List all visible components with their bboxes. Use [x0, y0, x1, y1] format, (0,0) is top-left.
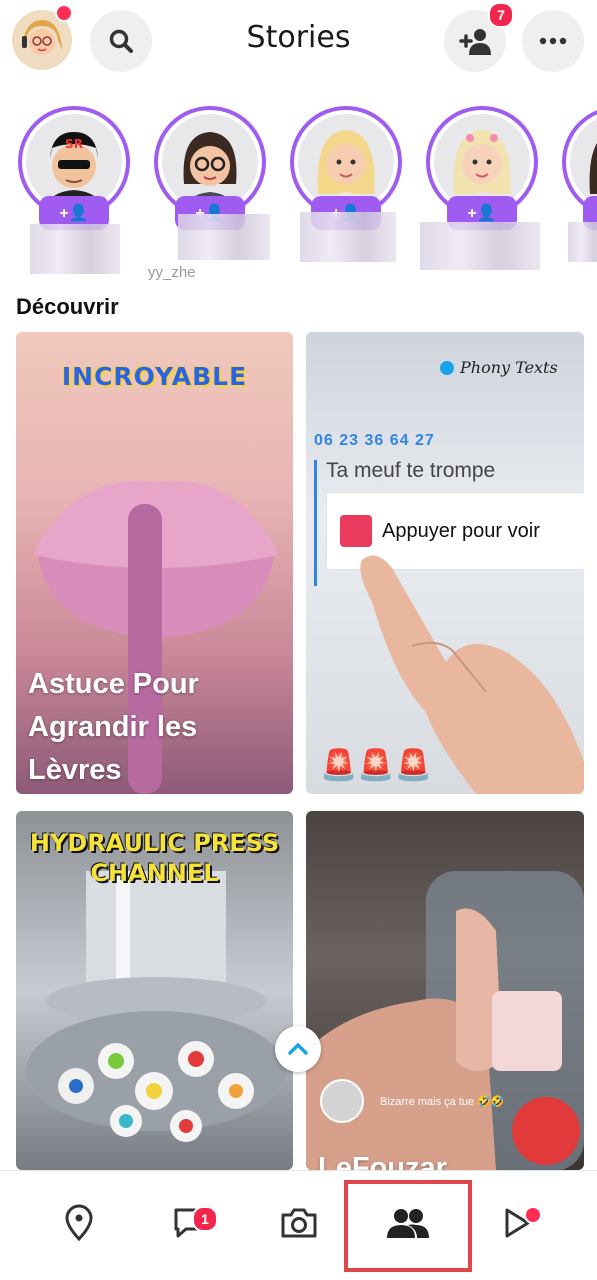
verified-icon: [440, 360, 454, 375]
spotlight-notification-dot: [524, 1206, 542, 1224]
story-item[interactable]: +👤: [420, 106, 540, 276]
scroll-up-button[interactable]: [275, 1026, 321, 1072]
stories-row: SR +👤 +👤 yy_zhe: [0, 100, 597, 280]
nav-camera[interactable]: [264, 1188, 334, 1258]
story-name-blurred: [178, 214, 270, 260]
card-message: Ta meuf te trompe: [326, 459, 496, 482]
add-friend-icon: [459, 29, 491, 55]
more-options-button[interactable]: [522, 10, 584, 72]
story-item[interactable]: +👤 yy_zhe: [148, 106, 270, 280]
discover-card[interactable]: HYDRAULIC PRESS CHANNEL: [16, 811, 293, 1170]
more-icon: [539, 37, 567, 45]
siren-emojis: 🚨🚨🚨: [320, 749, 433, 782]
card-caption: Bizarre mais ça tue 🤣🤣: [380, 1095, 505, 1108]
card-title: LeFouzar: [318, 1152, 447, 1170]
story-name-blurred: [420, 222, 540, 270]
story-name-blurred: [30, 224, 120, 274]
story-item[interactable]: [562, 106, 597, 276]
story-name-blurred: [568, 222, 597, 262]
nav-spotlight[interactable]: [482, 1188, 552, 1258]
story-name: yy_zhe: [148, 264, 196, 280]
map-pin-icon: [65, 1204, 93, 1242]
story-item[interactable]: SR +👤: [18, 106, 130, 276]
chevron-up-icon: [288, 1043, 308, 1055]
card-phone: 06 23 36 64 27: [314, 432, 435, 449]
friend-requests-badge: 7: [488, 2, 514, 28]
brand-label: Phony Texts: [460, 358, 558, 377]
section-title: Découvrir: [16, 294, 119, 319]
message-rule: [314, 460, 317, 586]
svg-text:SR: SR: [65, 137, 83, 151]
card-button-text: Appuyer pour voir: [382, 520, 540, 542]
nav-map[interactable]: [44, 1188, 114, 1258]
card-title: Astuce Pour Agrandir les Lèvres: [28, 668, 199, 786]
chat-badge: 1: [192, 1206, 218, 1232]
card-caption-bar: Bizarre mais ça tue 🤣🤣: [320, 1079, 505, 1123]
card-brand: Phony Texts: [440, 358, 558, 377]
discover-card[interactable]: Bizarre mais ça tue 🤣🤣 LeFouzar: [306, 811, 584, 1170]
card-overlay-line1: HYDRAULIC PRESS: [29, 829, 280, 857]
story-item[interactable]: +👤: [290, 106, 402, 276]
creator-avatar: [320, 1079, 364, 1123]
camera-icon: [281, 1208, 317, 1238]
active-tab-highlight: [344, 1180, 472, 1272]
story-name-blurred: [300, 212, 396, 262]
discover-card[interactable]: INCROYABLE Astuce Pour Agrandir les Lèvr…: [16, 332, 293, 794]
card-overlay-line2: CHANNEL: [90, 859, 219, 887]
discover-card[interactable]: Phony Texts 06 23 36 64 27 Ta meuf te tr…: [306, 332, 584, 794]
card-overlay-text: INCROYABLE: [61, 362, 248, 391]
